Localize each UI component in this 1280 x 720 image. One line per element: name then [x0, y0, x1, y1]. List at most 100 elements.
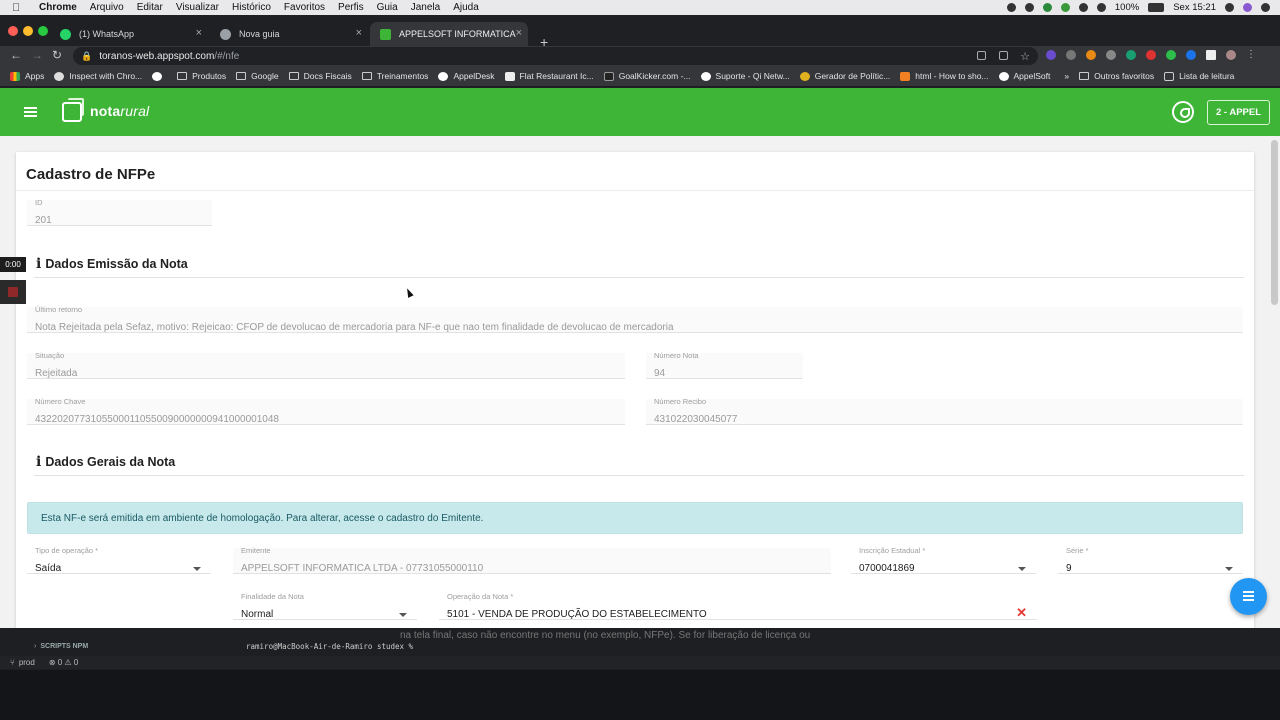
close-icon[interactable]: ×	[516, 27, 522, 39]
tab-whatsapp[interactable]: (1) WhatsApp ×	[50, 22, 208, 46]
tab-appelsoft[interactable]: APPELSOFT INFORMATICA LTD ×	[370, 22, 528, 46]
operacao-autocomplete[interactable]: Operação da Nota * 5101 - VENDA DE PRODU…	[439, 592, 1037, 621]
numero-recibo-field[interactable]: Número Recibo 431022030045077	[646, 397, 1243, 425]
menu-janela[interactable]: Janela	[411, 2, 440, 13]
status-icon[interactable]	[1006, 3, 1016, 12]
whatsapp-icon[interactable]	[1172, 101, 1194, 123]
bookmark-produtos[interactable]: Produtos	[177, 71, 226, 81]
bookmark-star-icon[interactable]: ☆	[1020, 50, 1030, 63]
git-branch[interactable]: prod	[19, 658, 35, 667]
extensions-puzzle-icon[interactable]	[1206, 50, 1216, 60]
control-center-icon[interactable]	[1261, 3, 1270, 12]
notarural-logo-icon[interactable]	[62, 98, 84, 122]
window-minimize-button[interactable]	[23, 26, 33, 36]
bookmark-inspect[interactable]: Inspect with Chro...	[54, 71, 142, 81]
back-icon[interactable]: ←	[10, 48, 22, 62]
address-bar[interactable]: 🔒 toranos-web.appspot.com /#/nfe ☆	[73, 47, 1038, 65]
close-icon[interactable]: ×	[196, 27, 202, 39]
bookmark-treinamentos[interactable]: Treinamentos	[361, 71, 428, 81]
bookmark-flat-restaurant[interactable]: Flat Restaurant Ic...	[504, 71, 594, 81]
extension-icon[interactable]	[1146, 50, 1156, 60]
browser-menu-icon[interactable]: ⋮	[1246, 50, 1256, 60]
bookmarks-more-button[interactable]: »	[1064, 71, 1069, 81]
extension-icon[interactable]	[1066, 50, 1076, 60]
window-close-button[interactable]	[8, 26, 18, 36]
bookmark-html[interactable]: html - How to sho...	[900, 71, 989, 81]
tipo-operacao-select[interactable]: Tipo de operação * Saída	[27, 546, 211, 574]
chevron-down-icon[interactable]	[193, 567, 201, 571]
emitente-field[interactable]: Emitente APPELSOFT INFORMATICA LTDA - 07…	[233, 546, 831, 574]
bookmark-gerador[interactable]: Gerador de Polític...	[799, 71, 890, 81]
recording-timer: 0:00	[0, 257, 26, 272]
finalidade-select[interactable]: Finalidade da Nota Normal	[233, 592, 417, 620]
menu-guia[interactable]: Guia	[377, 2, 398, 13]
hamburger-menu-icon[interactable]	[24, 107, 37, 117]
brightness-icon[interactable]	[1042, 3, 1052, 12]
menu-editar[interactable]: Editar	[137, 2, 163, 13]
spotlight-icon[interactable]	[1225, 3, 1234, 12]
bookmark-google[interactable]: Google	[236, 71, 279, 81]
share-icon[interactable]	[999, 51, 1008, 60]
bookmark-reading-list[interactable]: Lista de leitura	[1164, 71, 1234, 81]
clear-icon[interactable]: ✕	[1016, 605, 1027, 621]
chevron-down-icon[interactable]	[1018, 567, 1026, 571]
extension-icon[interactable]	[1106, 50, 1116, 60]
user-company-button[interactable]: 2 - APPEL	[1207, 100, 1270, 125]
menu-ajuda[interactable]: Ajuda	[453, 2, 479, 13]
bookmark-goalkicker[interactable]: GoalKicker.com -...	[603, 71, 691, 81]
ultimo-retorno-field[interactable]: Último retorno Nota Rejeitada pela Sefaz…	[27, 305, 1243, 333]
menu-favoritos[interactable]: Favoritos	[284, 2, 325, 13]
bluetooth-icon[interactable]	[1078, 3, 1088, 12]
clock[interactable]: Sex 15:21	[1173, 2, 1216, 13]
extension-icon[interactable]	[1046, 50, 1056, 60]
inscricao-estadual-select[interactable]: Inscrição Estadual * 0700041869	[851, 546, 1036, 574]
tab-nova-guia[interactable]: Nova guia ×	[210, 22, 368, 46]
folder-icon	[236, 72, 247, 80]
bookmark-docs-fiscais[interactable]: Docs Fiscais	[288, 71, 352, 81]
reload-icon[interactable]: ↻	[52, 48, 62, 62]
menu-chrome[interactable]: Chrome	[39, 2, 77, 13]
extension-icon[interactable]	[1166, 50, 1176, 60]
bookmark-apps[interactable]: Apps	[10, 71, 44, 81]
menu-perfis[interactable]: Perfis	[338, 2, 364, 13]
chevron-down-icon[interactable]	[1225, 567, 1233, 571]
settings-icon[interactable]	[1024, 3, 1034, 12]
menu-visualizar[interactable]: Visualizar	[176, 2, 219, 13]
forward-icon[interactable]: →	[31, 48, 43, 62]
siri-icon[interactable]	[1243, 3, 1252, 12]
serie-select[interactable]: Série * 9	[1058, 546, 1243, 574]
close-icon[interactable]: ×	[356, 27, 362, 39]
extension-icon[interactable]	[1086, 50, 1096, 60]
extension-icon[interactable]	[1126, 50, 1136, 60]
id-field[interactable]: ID 201	[27, 198, 212, 226]
bookmark-suporte[interactable]: Suporte - Qi Netw...	[700, 71, 790, 81]
window-zoom-button[interactable]	[38, 26, 48, 36]
battery-icon[interactable]	[1148, 3, 1165, 12]
page-scrollbar[interactable]	[1271, 140, 1278, 305]
bookmark-appeldesk[interactable]: AppelDesk	[438, 71, 495, 81]
chevron-down-icon[interactable]	[399, 613, 407, 617]
situacao-field[interactable]: Situação Rejeitada	[27, 351, 625, 379]
stop-recording-button[interactable]	[0, 280, 26, 304]
problems-count[interactable]: ⊗ 0 ⚠ 0	[49, 658, 78, 667]
lock-icon[interactable]: 🔒	[81, 51, 92, 62]
field-value: 201	[35, 215, 52, 226]
npm-scripts-header[interactable]: › SCRIPTS NPM	[0, 640, 1280, 652]
app-logo[interactable]: notarural	[90, 103, 149, 119]
profile-avatar[interactable]	[1226, 50, 1236, 60]
apple-icon[interactable]: 	[12, 2, 26, 14]
menu-arquivo[interactable]: Arquivo	[90, 2, 124, 13]
bookmark-outros-favoritos[interactable]: Outros favoritos	[1079, 71, 1154, 81]
bookmark-github[interactable]	[152, 71, 167, 81]
numero-nota-field[interactable]: Número Nota 94	[646, 351, 803, 379]
wifi-icon[interactable]	[1096, 3, 1106, 12]
numero-chave-field[interactable]: Número Chave 432202077310550001105500900…	[27, 397, 625, 425]
list-fab-button[interactable]	[1230, 578, 1267, 615]
key-icon[interactable]	[977, 51, 986, 60]
flag-icon[interactable]	[1060, 3, 1070, 12]
bookmark-appelsoft[interactable]: AppelSoft	[998, 71, 1050, 81]
extension-icon[interactable]	[1186, 50, 1196, 60]
terminal-prompt[interactable]: ramiro@MacBook-Air-de-Ramiro studex %	[246, 642, 413, 651]
field-label: Emitente	[241, 546, 271, 555]
menu-historico[interactable]: Histórico	[232, 2, 271, 13]
